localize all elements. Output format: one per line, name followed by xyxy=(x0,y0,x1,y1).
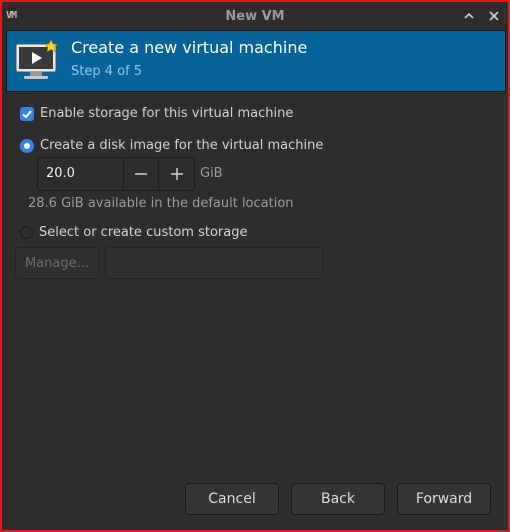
enable-storage-label: Enable storage for this virtual machine xyxy=(40,106,294,121)
available-space-text: 28.6 GiB available in the default locati… xyxy=(28,196,294,211)
wizard-header: Create a new virtual machine Step 4 of 5 xyxy=(6,30,506,92)
plus-icon[interactable] xyxy=(158,158,194,190)
custom-storage-radio[interactable] xyxy=(20,226,33,239)
forward-button[interactable]: Forward xyxy=(397,483,491,515)
enable-storage-row[interactable]: Enable storage for this virtual machine xyxy=(20,106,293,121)
window-title: New VM xyxy=(225,8,285,24)
custom-storage-label: Select or create custom storage xyxy=(39,225,248,240)
disk-size-unit: GiB xyxy=(200,166,223,181)
disk-size-value[interactable]: 20.0 xyxy=(38,158,123,190)
new-vm-window: VM New VM Create a new virtual machine S… xyxy=(0,0,510,532)
disk-size-spinbox[interactable]: 20.0 xyxy=(37,157,195,191)
manage-button[interactable]: Manage... xyxy=(15,247,99,279)
cancel-button[interactable]: Cancel xyxy=(185,483,279,515)
create-disk-row[interactable]: Create a disk image for the virtual mach… xyxy=(20,138,323,153)
minimize-icon[interactable] xyxy=(460,7,478,25)
custom-storage-row[interactable]: Select or create custom storage xyxy=(20,225,247,240)
header-step: Step 4 of 5 xyxy=(71,64,143,79)
create-disk-radio[interactable] xyxy=(20,138,34,153)
back-button[interactable]: Back xyxy=(291,483,385,515)
close-icon[interactable] xyxy=(485,7,503,25)
titlebar: VM New VM xyxy=(2,2,508,30)
enable-storage-checkbox[interactable] xyxy=(20,106,34,121)
create-disk-label: Create a disk image for the virtual mach… xyxy=(40,138,324,153)
app-logo: VM xyxy=(6,10,17,21)
storage-path-input[interactable] xyxy=(105,247,323,279)
minus-icon[interactable] xyxy=(122,158,159,190)
monitor-play-icon xyxy=(15,39,58,82)
header-title: Create a new virtual machine xyxy=(71,38,308,57)
